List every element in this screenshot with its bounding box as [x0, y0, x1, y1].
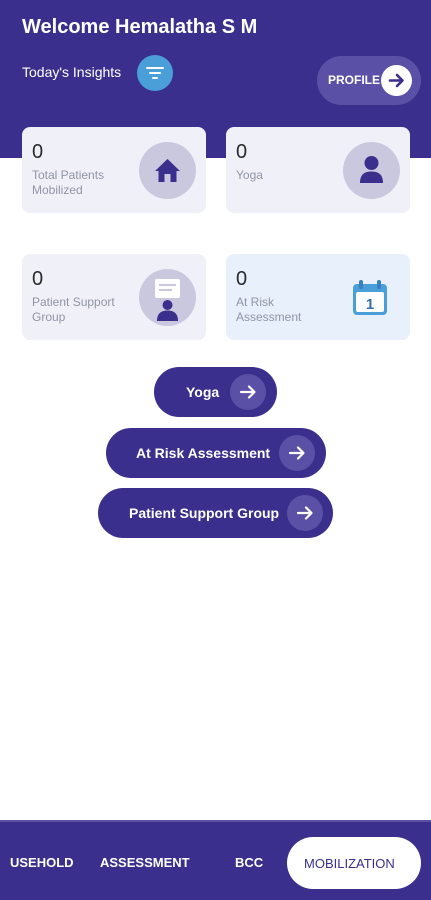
person-icon [343, 142, 400, 199]
stat-count: 0 [32, 141, 44, 163]
stat-card-patient-support-group: 0 Patient Support Group [22, 254, 206, 340]
arrow-right-icon [230, 374, 266, 410]
stat-count: 0 [32, 268, 44, 290]
patient-support-group-button[interactable]: Patient Support Group [98, 488, 333, 538]
stat-label: Yoga [236, 168, 263, 182]
tab-mobilization[interactable]: MOBILIZATION [287, 837, 421, 889]
stat-label: Total Patients Mobilized [32, 168, 105, 197]
stat-count: 0 [236, 268, 248, 290]
arrow-right-icon [381, 65, 412, 96]
arrow-right-icon [287, 495, 323, 531]
stat-label: Patient Support Group [32, 295, 115, 324]
yoga-button[interactable]: Yoga [154, 367, 277, 417]
profile-label: PROFILE [328, 73, 381, 87]
welcome-title: Welcome Hemalatha S M [22, 16, 258, 38]
filter-icon [146, 67, 164, 79]
filter-button[interactable] [137, 55, 173, 91]
insights-label: Today's Insights [22, 64, 122, 80]
patient-support-group-button-label: Patient Support Group [129, 505, 280, 521]
tab-bcc[interactable]: BCC [235, 855, 263, 870]
at-risk-assessment-button-label: At Risk Assessment [136, 445, 271, 461]
arrow-right-icon [279, 435, 315, 471]
tab-mobilization-label: MOBILIZATION [304, 856, 395, 871]
speech-person-icon [139, 269, 196, 326]
at-risk-assessment-button[interactable]: At Risk Assessment [106, 428, 326, 478]
tab-assessment[interactable]: ASSESSMENT [100, 855, 190, 870]
calendar-icon: 1 [353, 280, 387, 315]
stat-label: At Risk Assessment [236, 295, 302, 324]
mobilization-screen: Welcome Hemalatha S M Today's Insights P… [0, 0, 431, 900]
yoga-button-label: Yoga [186, 384, 220, 400]
stat-count: 0 [236, 141, 248, 163]
stat-card-yoga: 0 Yoga [226, 127, 410, 213]
stat-card-at-risk-assessment: 0 At Risk Assessment 1 [226, 254, 410, 340]
bottom-tab-bar: USEHOLD ASSESSMENT BCC MOBILIZATION [0, 820, 431, 900]
home-icon [139, 142, 196, 199]
calendar-day: 1 [366, 296, 374, 313]
tab-household[interactable]: USEHOLD [10, 855, 74, 870]
stat-card-total-patients-mobilized: 0 Total Patients Mobilized [22, 127, 206, 213]
profile-button[interactable]: PROFILE [317, 56, 421, 105]
